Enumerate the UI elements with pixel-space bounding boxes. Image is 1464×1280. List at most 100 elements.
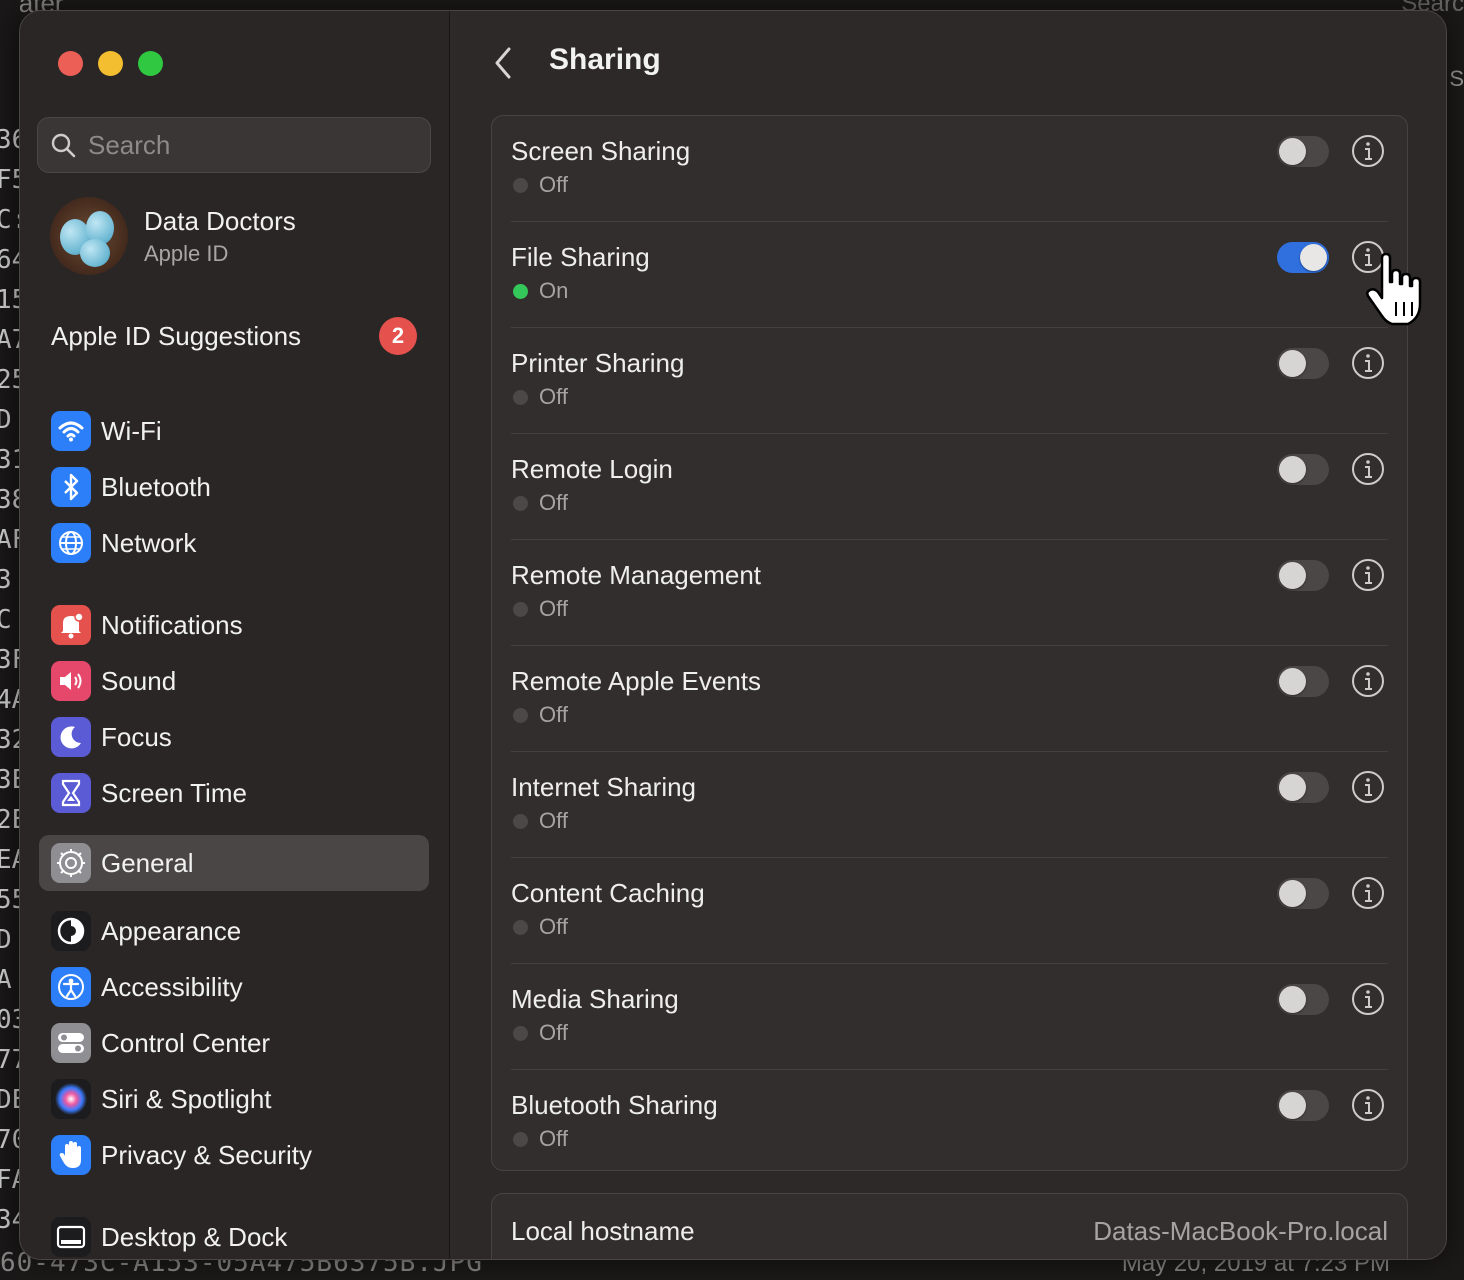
sidebar-item-label: Screen Time xyxy=(101,777,247,808)
sidebar-item-screen-time[interactable]: Screen Time xyxy=(39,765,429,821)
status-text: Off xyxy=(539,596,568,621)
background-file-fragment: C xyxy=(0,605,12,635)
main-pane: Sharing Screen Sharing Off File Sharing On P… xyxy=(451,11,1446,1259)
service-status: Off xyxy=(513,490,568,516)
bluetooth-sharing-toggle[interactable] xyxy=(1277,1090,1329,1121)
accessibility-icon xyxy=(51,967,91,1007)
background-file-fragment: D xyxy=(0,405,12,435)
toggle-knob xyxy=(1279,986,1306,1013)
sidebar-item-label: Privacy & Security xyxy=(101,1139,312,1170)
toggle-knob xyxy=(1300,244,1327,271)
status-text: Off xyxy=(539,1126,568,1151)
info-icon[interactable] xyxy=(1351,876,1385,910)
toggle-knob xyxy=(1279,880,1306,907)
sidebar-item-siri-spotlight[interactable]: Siri & Spotlight xyxy=(39,1071,429,1127)
status-dot xyxy=(513,389,528,405)
sidebar-item-privacy-security[interactable]: Privacy & Security xyxy=(39,1127,429,1183)
status-dot xyxy=(513,813,528,829)
moon-icon xyxy=(51,717,91,757)
service-status: Off xyxy=(513,702,568,728)
service-name: Remote Login xyxy=(511,454,673,484)
background-file-fragment: 64 xyxy=(0,245,20,275)
background-file-fragment: EA xyxy=(0,845,20,875)
info-icon[interactable] xyxy=(1351,134,1385,168)
sidebar-item-sound[interactable]: Sound xyxy=(39,653,429,709)
profile-name: Data Doctors xyxy=(144,205,296,236)
remote-login-toggle[interactable] xyxy=(1277,454,1329,485)
local-hostname-row: Local hostname Datas-MacBook-Pro.local xyxy=(491,1193,1408,1259)
apple-id-suggestions[interactable]: Apple ID Suggestions 2 xyxy=(51,317,417,355)
info-icon[interactable] xyxy=(1351,770,1385,804)
background-file-fragment: AF xyxy=(0,525,20,555)
info-icon[interactable] xyxy=(1351,452,1385,486)
service-row-content-caching: Content Caching Off xyxy=(492,858,1407,964)
service-row-internet-sharing: Internet Sharing Off xyxy=(492,752,1407,858)
bell-icon xyxy=(51,605,91,645)
globe-icon xyxy=(51,523,91,563)
background-file-fragment: A7 xyxy=(0,325,20,355)
service-name: File Sharing xyxy=(511,242,650,272)
close-button[interactable] xyxy=(58,51,83,76)
info-icon[interactable] xyxy=(1351,1088,1385,1122)
internet-sharing-toggle[interactable] xyxy=(1277,772,1329,803)
info-icon[interactable] xyxy=(1351,558,1385,592)
remote-apple-events-toggle[interactable] xyxy=(1277,666,1329,697)
status-dot xyxy=(513,177,528,193)
minimize-button[interactable] xyxy=(98,51,123,76)
toggle-knob xyxy=(1279,456,1306,483)
service-status: Off xyxy=(513,1126,568,1152)
toggle-knob xyxy=(1279,1092,1306,1119)
service-name: Content Caching xyxy=(511,878,705,908)
sidebar-item-general[interactable]: General xyxy=(39,835,429,891)
sidebar-item-appearance[interactable]: Appearance xyxy=(39,903,429,959)
sidebar-item-focus[interactable]: Focus xyxy=(39,709,429,765)
service-status: Off xyxy=(513,808,568,834)
settings-window: Data Doctors Apple ID Apple ID Suggestio… xyxy=(19,10,1447,1260)
info-icon[interactable] xyxy=(1351,664,1385,698)
sidebar-item-label: Accessibility xyxy=(101,971,243,1002)
hourglass-icon xyxy=(51,773,91,813)
sidebar-item-label: General xyxy=(101,847,194,878)
back-button[interactable] xyxy=(489,43,519,83)
sidebar-item-notifications[interactable]: Notifications xyxy=(39,597,429,653)
background-file-fragment: 36 xyxy=(0,125,20,155)
toggle-knob xyxy=(1279,350,1306,377)
sidebar-item-wi-fi[interactable]: Wi-Fi xyxy=(39,403,429,459)
service-row-printer-sharing: Printer Sharing Off xyxy=(492,328,1407,434)
sidebar-item-desktop-dock[interactable]: Desktop & Dock xyxy=(39,1209,429,1259)
background-file-fragment: 38 xyxy=(0,485,20,515)
service-row-bluetooth-sharing: Bluetooth Sharing Off xyxy=(492,1070,1407,1176)
background-file-fragment: 25 xyxy=(0,365,20,395)
service-name: Internet Sharing xyxy=(511,772,697,802)
apple-id-profile[interactable]: Data Doctors Apple ID xyxy=(50,197,296,275)
zoom-button[interactable] xyxy=(138,51,163,76)
background-file-fragment: 03 xyxy=(0,1005,20,1035)
sidebar-item-control-center[interactable]: Control Center xyxy=(39,1015,429,1071)
sidebar-item-network[interactable]: Network xyxy=(39,515,429,571)
search-input[interactable] xyxy=(88,129,408,161)
search-field[interactable] xyxy=(37,117,431,173)
hostname-label: Local hostname xyxy=(511,1216,695,1246)
content-caching-toggle[interactable] xyxy=(1277,878,1329,909)
service-status: Off xyxy=(513,596,568,622)
sidebar: Data Doctors Apple ID Apple ID Suggestio… xyxy=(20,11,450,1259)
screen-sharing-toggle[interactable] xyxy=(1277,136,1329,167)
service-name: Remote Management xyxy=(511,560,762,590)
media-sharing-toggle[interactable] xyxy=(1277,984,1329,1015)
service-name: Screen Sharing xyxy=(511,136,691,166)
info-icon[interactable] xyxy=(1351,982,1385,1016)
remote-management-toggle[interactable] xyxy=(1277,560,1329,591)
file-sharing-toggle[interactable] xyxy=(1277,242,1329,273)
printer-sharing-toggle[interactable] xyxy=(1277,348,1329,379)
sidebar-item-bluetooth[interactable]: Bluetooth xyxy=(39,459,429,515)
profile-subtitle: Apple ID xyxy=(144,240,229,266)
gear-icon xyxy=(51,843,91,883)
page-title: Sharing xyxy=(549,43,661,76)
appearance-icon xyxy=(51,911,91,951)
info-icon[interactable] xyxy=(1351,346,1385,380)
service-row-file-sharing: File Sharing On xyxy=(492,222,1407,328)
service-name: Remote Apple Events xyxy=(511,666,762,696)
search-icon xyxy=(51,133,76,158)
sidebar-item-accessibility[interactable]: Accessibility xyxy=(39,959,429,1015)
status-dot xyxy=(513,707,528,723)
